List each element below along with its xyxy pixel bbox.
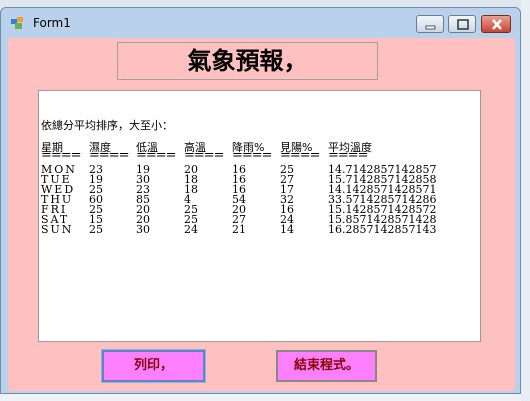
maximize-icon <box>457 19 469 30</box>
minimize-icon <box>425 25 436 30</box>
cell-low: 30 <box>136 223 150 236</box>
cell-day: SUN <box>41 223 74 236</box>
report-textbox[interactable]: 依總分平均排序，大至小： 星期 濕度 低溫 高溫 降雨% 見陽% 平均溫度 ==… <box>38 90 481 342</box>
cell-sun: 14 <box>280 223 294 236</box>
cell-avg-temp: 16.2857142857143 <box>328 223 437 236</box>
header-underline: ==== <box>89 148 130 163</box>
minimize-button[interactable] <box>416 15 444 33</box>
header-underline: ==== <box>184 148 225 163</box>
header-underline: ==== <box>136 148 177 163</box>
exit-button[interactable]: 結束程式。 <box>276 350 377 382</box>
form-window: Form1 氣象預報， 依總分平均排序，大至小： 星期 濕度 低溫 高溫 降雨%… <box>0 7 521 394</box>
close-button[interactable] <box>481 15 511 33</box>
report-title: 依總分平均排序，大至小： <box>41 119 173 132</box>
cell-high: 24 <box>184 223 198 236</box>
desktop-edge <box>521 0 530 401</box>
header-underline: ==== <box>280 148 321 163</box>
maximize-button[interactable] <box>448 15 476 33</box>
page-title: 氣象預報， <box>117 42 378 80</box>
close-icon <box>492 19 502 30</box>
form-client-area: 氣象預報， 依總分平均排序，大至小： 星期 濕度 低溫 高溫 降雨% 見陽% 平… <box>8 38 515 391</box>
title-bar[interactable]: Form1 <box>1 8 520 38</box>
app-icon <box>11 17 23 29</box>
header-underline: ==== <box>41 148 82 163</box>
window-title: Form1 <box>33 16 71 30</box>
desktop-edge-bottom <box>0 394 521 401</box>
cell-humidity: 25 <box>89 223 103 236</box>
table-row: SUN 25 30 24 21 14 16.2857142857143 <box>39 223 480 236</box>
cell-rain: 21 <box>232 223 246 236</box>
header-underline: ==== <box>232 148 273 163</box>
print-button[interactable]: 列印， <box>101 349 206 383</box>
header-underline: ==== <box>328 148 369 163</box>
